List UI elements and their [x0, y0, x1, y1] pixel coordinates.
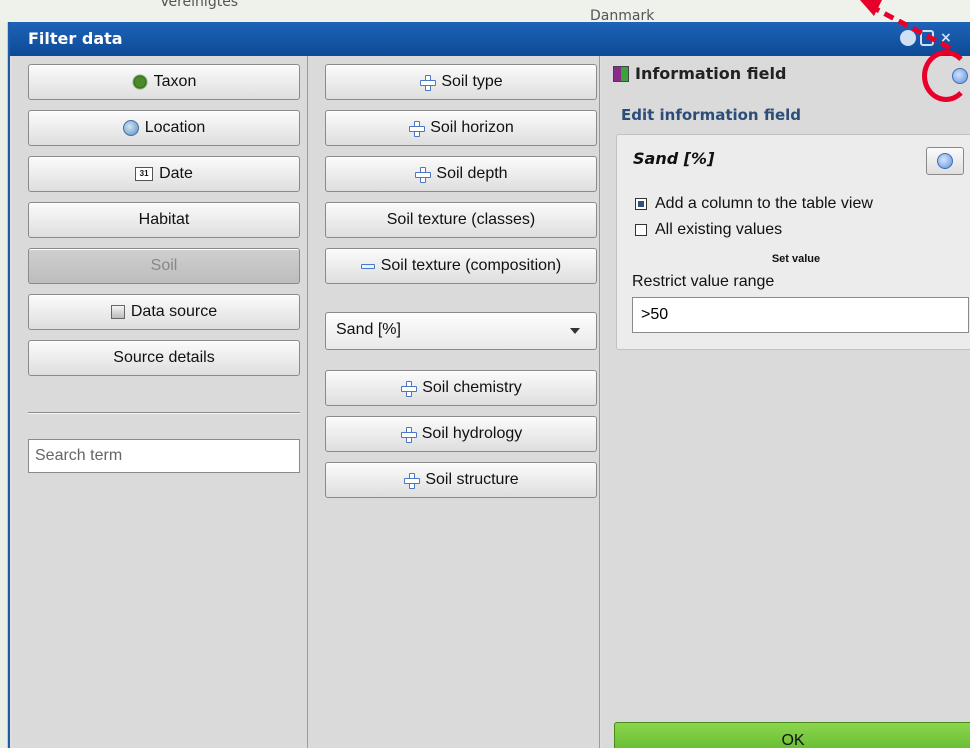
plus-icon: [400, 380, 418, 397]
date-button[interactable]: 31 Date: [28, 156, 300, 192]
checkbox-label: Add a column to the table view: [655, 195, 873, 212]
plus-icon: [408, 120, 426, 137]
location-button[interactable]: Location: [28, 110, 300, 146]
plus-icon: [414, 166, 432, 183]
ok-label: OK: [781, 732, 805, 748]
button-label: Soil: [150, 257, 178, 274]
data-source-button[interactable]: Data source: [28, 294, 300, 330]
ok-button[interactable]: OK: [614, 722, 970, 748]
all-values-checkbox-row[interactable]: All existing values: [635, 221, 782, 239]
checkbox-checked[interactable]: [635, 198, 647, 210]
button-label: Soil hydrology: [421, 425, 523, 442]
taxon-button[interactable]: Taxon: [28, 64, 300, 100]
plus-icon: [419, 74, 437, 91]
button-label: Soil horizon: [430, 119, 514, 136]
filter-dialog: Filter data × Taxon Location 31 Date Hab…: [8, 22, 970, 748]
document-icon: [110, 305, 125, 319]
add-column-checkbox-row[interactable]: Add a column to the table view: [635, 195, 873, 213]
dialog-titlebar: Filter data ×: [10, 22, 970, 56]
button-label: Soil texture (composition): [380, 257, 562, 274]
field-editor: Sand [%] Add a column to the table view …: [616, 134, 970, 350]
filter-categories-panel: Taxon Location 31 Date Habitat Soil Data…: [12, 56, 308, 748]
habitat-button[interactable]: Habitat: [28, 202, 300, 238]
button-label: Soil depth: [436, 165, 508, 182]
taxon-icon: [131, 74, 148, 90]
button-label: Date: [159, 165, 193, 182]
soil-type-button[interactable]: Soil type: [325, 64, 597, 100]
button-label: Soil chemistry: [422, 379, 522, 396]
map-edge: [0, 22, 8, 748]
soil-button[interactable]: Soil: [28, 248, 300, 284]
soil-subcategories-panel: Soil type Soil horizon Soil depth Soil t…: [308, 56, 600, 748]
information-heading-label: Information field: [635, 64, 787, 83]
soil-structure-button[interactable]: Soil structure: [325, 462, 597, 498]
minus-icon: [360, 263, 375, 269]
field-title: Sand [%]: [633, 149, 715, 168]
restrict-value-input[interactable]: [632, 297, 969, 333]
source-details-button[interactable]: Source details: [28, 340, 300, 376]
button-label: Soil structure: [425, 471, 519, 488]
button-label: Source details: [113, 349, 215, 366]
plus-icon: [403, 472, 421, 489]
restrict-label: Restrict value range: [632, 273, 775, 290]
dialog-title: Filter data: [28, 29, 123, 48]
globe-icon: [122, 120, 139, 136]
soil-hydrology-button[interactable]: Soil hydrology: [325, 416, 597, 452]
search-input[interactable]: [28, 439, 300, 473]
book-icon: [613, 65, 629, 82]
button-label: Data source: [130, 303, 218, 320]
checkbox-label: All existing values: [655, 221, 783, 238]
soil-horizon-button[interactable]: Soil horizon: [325, 110, 597, 146]
annotation-circle: [922, 50, 970, 102]
calendar-icon: 31: [135, 167, 154, 181]
field-help-button[interactable]: [926, 147, 964, 175]
set-value-label: Set value: [771, 253, 821, 265]
button-label: Taxon: [153, 73, 197, 90]
information-panel: Information field Edit information field…: [601, 56, 970, 748]
soil-texture-classes-button[interactable]: Soil texture (classes): [325, 202, 597, 238]
checkbox-unchecked[interactable]: [635, 224, 647, 236]
information-heading: Information field: [613, 64, 786, 83]
soil-texture-composition-button[interactable]: Soil texture (composition): [325, 248, 597, 284]
button-label: Soil texture (classes): [386, 211, 536, 228]
soil-chemistry-button[interactable]: Soil chemistry: [325, 370, 597, 406]
soil-depth-button[interactable]: Soil depth: [325, 156, 597, 192]
chevron-down-icon[interactable]: [570, 328, 580, 334]
divider: [28, 412, 300, 414]
button-label: Soil type: [441, 73, 503, 90]
edit-heading: Edit information field: [621, 106, 802, 124]
help-icon: [937, 153, 953, 169]
composition-select[interactable]: Sand [%]: [325, 312, 597, 350]
select-value: Sand [%]: [336, 321, 401, 338]
button-label: Habitat: [138, 211, 190, 228]
button-label: Location: [144, 119, 206, 136]
map-label-country: Vereinigtes: [160, 0, 239, 10]
plus-icon: [400, 426, 417, 443]
